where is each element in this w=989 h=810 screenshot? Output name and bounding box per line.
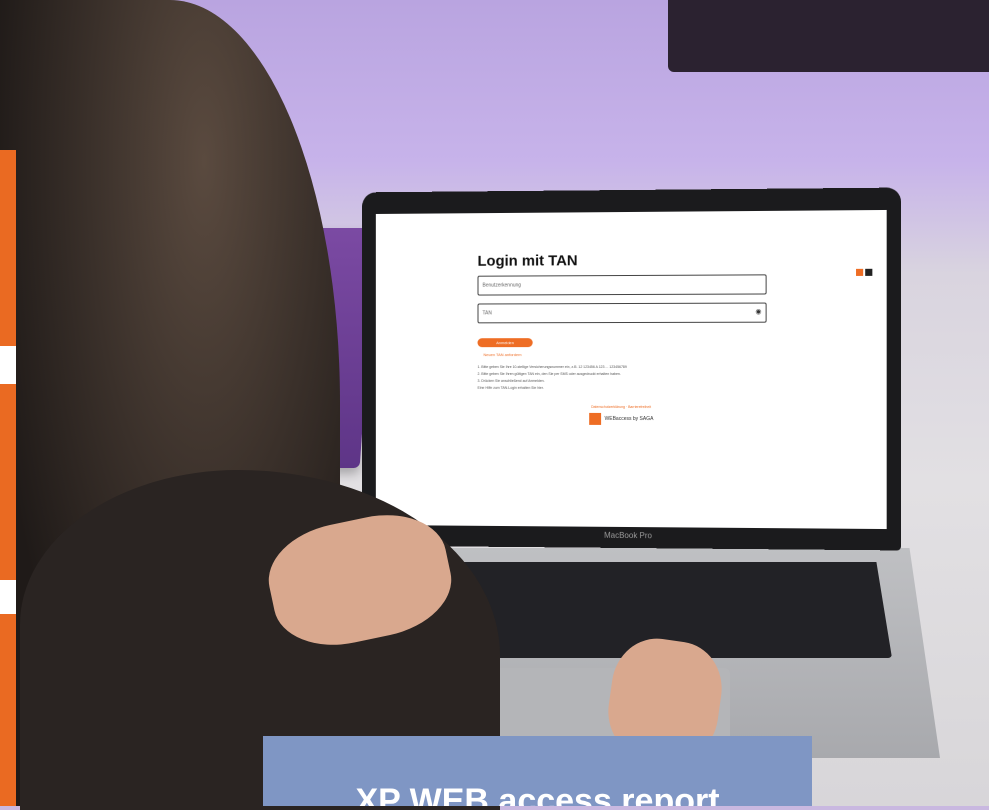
login-form: Login mit TAN Benutzerkennung TAN ◉ Anme… [477, 251, 767, 426]
help-line: Eine Hilfe zum TAN-Login erhalten Sie hi… [477, 385, 544, 390]
tan-field: TAN ◉ [477, 302, 767, 324]
background-monitor [668, 0, 989, 72]
orange-accent-bar [0, 384, 16, 580]
footer-links: Datenschutzerklärung · Barrierefreiheit [591, 404, 652, 410]
login-title: Login mit TAN [477, 252, 578, 270]
request-tan-link: Neuen TAN anfordern [483, 352, 522, 358]
caption-title: XP WEB access report [355, 782, 720, 806]
language-switch [856, 268, 873, 276]
flag-icon [865, 268, 873, 276]
login-button: Anmelden [477, 338, 533, 348]
orange-accent-bar [0, 150, 16, 346]
username-placeholder: Benutzerkennung [482, 282, 522, 289]
tan-placeholder: TAN [482, 310, 492, 317]
eye-icon: ◉ [755, 308, 762, 316]
username-field: Benutzerkennung [477, 274, 767, 296]
instruction-line: 1. Bitte geben Sie Ihre 10-stellige Vers… [477, 365, 627, 369]
instruction-line: 3. Drücken Sie anschließend auf Anmelden… [477, 378, 545, 383]
caption-box: XP WEB access report [263, 736, 812, 806]
instruction-line: 2. Bitte geben Sie Ihren gültigen TAN ei… [477, 371, 621, 376]
laptop-screen: Login mit TAN Benutzerkennung TAN ◉ Anme… [375, 209, 887, 530]
flag-icon [856, 268, 864, 276]
white-gap [0, 346, 16, 384]
logo-mark-icon [588, 412, 601, 425]
laptop-lid: Login mit TAN Benutzerkennung TAN ◉ Anme… [362, 187, 902, 551]
logo-text: WEBaccess by SAGA [604, 415, 654, 423]
orange-accent-bar [0, 614, 16, 806]
white-gap [0, 580, 16, 614]
webaccess-logo: WEBaccess by SAGA [478, 412, 767, 426]
